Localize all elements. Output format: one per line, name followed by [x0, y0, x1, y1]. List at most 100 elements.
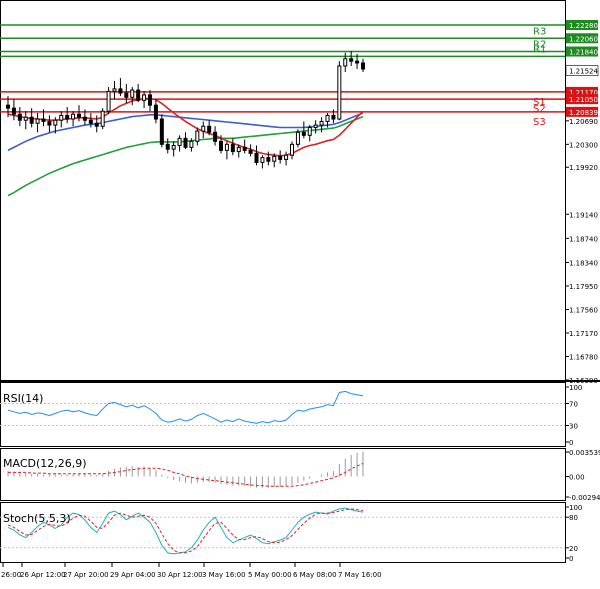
candle-body: [130, 89, 135, 98]
axis-tick-label: -0.002946: [569, 494, 600, 502]
panel-frame-1: [0, 382, 566, 447]
candle-body: [183, 137, 188, 148]
time-tick-label: 26:00: [1, 571, 21, 579]
candle-body: [159, 118, 164, 145]
candle-body: [195, 130, 200, 142]
price-tick-label: 1.17170: [569, 330, 598, 338]
axis-tick-label: 100: [569, 504, 582, 512]
candle-body: [94, 122, 99, 127]
candle-body: [254, 152, 259, 163]
price-tick-label: 1.17560: [569, 306, 598, 314]
pivot-label-s3: S3: [533, 117, 546, 128]
time-tick-label: 27 Apr 20:00: [63, 571, 109, 579]
candle-body: [59, 114, 64, 121]
candle-body: [272, 155, 277, 162]
candle-body: [112, 88, 117, 92]
axis-tick-label: 0: [569, 439, 573, 447]
candle-body: [355, 60, 360, 64]
candle-body: [106, 90, 111, 112]
pivot-label-s2: S2: [533, 104, 546, 115]
panel-title: Stoch(5,5,3): [3, 512, 71, 525]
time-tick-label: 6 May 08:00: [293, 571, 337, 579]
candle-body: [343, 58, 348, 67]
candle-body: [65, 114, 70, 120]
time-tick-label: 26 Apr 12:00: [20, 571, 66, 579]
candle-body: [295, 131, 300, 145]
price-tick-label: 1.19140: [569, 211, 598, 219]
candle-body: [177, 137, 182, 147]
level-tag-label: 1.22280: [569, 22, 598, 30]
chart-svg: R3R2R1S1S2S31.222801.220601.218401.20690…: [0, 0, 600, 579]
candle-body: [6, 104, 10, 109]
candle-body: [41, 118, 46, 122]
axis-tick-label: 0.00: [569, 474, 585, 482]
candle-body: [224, 143, 229, 151]
candle-body: [278, 155, 283, 160]
candle-body: [230, 143, 235, 153]
time-tick-label: 30 Apr 12:00: [157, 571, 203, 579]
price-tick-label: 1.16780: [569, 353, 598, 361]
candle-body: [242, 146, 247, 151]
candle-body: [165, 143, 170, 150]
level-tag-label: 1.21840: [569, 49, 598, 57]
candle-body: [47, 120, 52, 126]
panel-frame-3: [0, 502, 566, 563]
candle-body: [213, 131, 218, 142]
candle-body: [29, 116, 34, 124]
level-tag-label: 1.21050: [569, 96, 598, 104]
candle-body: [331, 114, 336, 120]
candle-body: [136, 89, 141, 101]
level-tag-label: 1.20839: [569, 109, 598, 117]
candle-body: [118, 88, 123, 94]
candle-body: [325, 114, 330, 122]
current-price-tag-label: 1.21524: [569, 68, 598, 76]
candle-body: [11, 107, 16, 115]
price-tick-label: 1.20690: [569, 118, 598, 126]
candle-body: [142, 94, 147, 101]
price-tick-label: 1.18340: [569, 259, 598, 267]
candle-body: [35, 118, 40, 124]
time-tick-label: 29 Apr 04:00: [110, 571, 156, 579]
candle-body: [301, 131, 306, 136]
price-tick-label: 1.20300: [569, 141, 598, 149]
candle-body: [290, 143, 294, 156]
candle-body: [361, 62, 365, 70]
candle-body: [171, 145, 176, 150]
candle-body: [260, 157, 265, 163]
time-tick-label: 3 May 16:00: [202, 571, 246, 579]
candle-body: [100, 110, 105, 127]
candle-body: [124, 92, 129, 98]
candle-body: [153, 104, 158, 120]
candle-body: [88, 119, 93, 124]
candle-body: [313, 124, 318, 128]
pivot-label-r1: R1: [533, 44, 546, 55]
panel-title: MACD(12,26,9): [3, 457, 87, 470]
candle-body: [17, 113, 22, 121]
candle-body: [148, 94, 152, 106]
axis-tick-label: 0.003539: [569, 449, 600, 457]
candle-body: [201, 125, 206, 132]
axis-tick-label: 70: [569, 401, 578, 409]
pivot-label-r3: R3: [533, 26, 546, 37]
candle-body: [307, 126, 312, 136]
axis-tick-label: 100: [569, 384, 582, 392]
price-tick-label: 1.19920: [569, 164, 598, 172]
candle-body: [266, 157, 271, 162]
candle-body: [219, 140, 223, 151]
axis-tick-label: 0: [569, 555, 573, 563]
panel-frames: [0, 0, 600, 563]
candle-body: [236, 146, 241, 153]
panel-title: RSI(14): [3, 392, 43, 405]
candle-body: [189, 140, 194, 148]
price-tick-label: 1.18740: [569, 235, 598, 243]
forex-chart: R3R2R1S1S2S31.222801.220601.218401.20690…: [0, 0, 600, 585]
candle-body: [337, 65, 342, 120]
price-tick-label: 1.17950: [569, 283, 598, 291]
candle-body: [319, 120, 324, 126]
candle-body: [71, 113, 76, 120]
candle-body: [284, 154, 289, 160]
time-tick-label: 7 May 16:00: [338, 571, 382, 579]
candle-body: [82, 116, 87, 121]
axis-tick-label: 80: [569, 514, 578, 522]
panel-frame-0: [0, 0, 566, 381]
